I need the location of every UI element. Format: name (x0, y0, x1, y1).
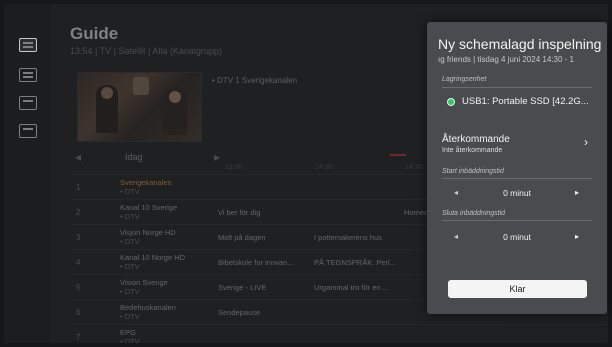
chevron-right-icon[interactable]: › (584, 135, 588, 149)
start-padding-label: Start inbäddningstid (442, 168, 504, 175)
sidebar (4, 4, 50, 343)
recurring-title[interactable]: Återkommande (442, 134, 510, 145)
selected-radio-icon (447, 98, 455, 106)
program-cell[interactable]: Midt på dagen (218, 233, 266, 242)
increase-icon[interactable]: ▸ (575, 232, 579, 241)
now-marker (390, 154, 406, 156)
channel-name: Visjon Norge HD • DTV (120, 228, 176, 246)
channel-name: Sverigekanalen • DTV (120, 178, 172, 196)
program-cell[interactable]: Sverige - LIVE (218, 283, 266, 292)
channel-number: 5 (76, 283, 81, 292)
divider (442, 220, 592, 221)
page-title: Guide (70, 24, 119, 43)
storage-value: USB1: Portable SSD [42.2G... (462, 96, 589, 107)
storage-option[interactable]: USB1: Portable SSD [42.2G... (442, 94, 597, 112)
channel-name: Kanal 10 Sverige • DTV (120, 203, 178, 221)
channel-number: 2 (76, 208, 81, 217)
prev-day-icon[interactable]: ◂ (75, 150, 81, 164)
channel-name: Kanal 10 Norge HD • DTV (120, 253, 186, 271)
channel-number: 1 (76, 183, 81, 192)
storage-label: Lagringsenhet (442, 76, 487, 83)
program-cell[interactable]: Urgammal tro för en ... (314, 283, 389, 292)
dialog-subtitle: ıg friends | tisdag 4 juni 2024 14:30 - … (438, 55, 574, 64)
channel-number: 6 (76, 308, 81, 317)
channel-number: 7 (76, 333, 81, 342)
end-padding-value: 0 minut (503, 232, 531, 242)
dialog-title: Ny schemalagd inspelning (438, 36, 602, 52)
start-padding-value: 0 minut (503, 188, 531, 198)
sidebar-guide-icon[interactable] (19, 38, 37, 52)
program-cell[interactable]: Bibelskole for innvan... (218, 258, 293, 267)
program-cell[interactable]: I pottemakerens hus (314, 233, 382, 242)
sidebar-recording-icon[interactable] (19, 124, 37, 138)
next-day-icon[interactable]: ▸ (214, 150, 220, 164)
start-padding-stepper[interactable]: ◂ 0 minut ▸ (442, 184, 592, 204)
end-padding-stepper[interactable]: ◂ 0 minut ▸ (442, 228, 592, 248)
tv-frame: Guide 13:54 | TV | Satellit | Alla (Kana… (0, 0, 612, 347)
current-channel: • DTV 1 Sverigekanalen (212, 76, 298, 85)
channel-number: 4 (76, 258, 81, 267)
schedule-recording-dialog: Ny schemalagd inspelning ıg friends | ti… (427, 22, 607, 314)
time-label: 13:30 (225, 164, 243, 171)
divider (442, 87, 592, 88)
channel-number: 3 (76, 233, 81, 242)
sidebar-schedule-icon[interactable] (19, 96, 37, 110)
program-cell[interactable]: Sendepause (218, 308, 260, 317)
channel-name: EPG • DTV (120, 328, 140, 343)
channel-name: Vision Sverige • DTV (120, 278, 168, 296)
time-label: 14:00 (315, 164, 333, 171)
end-padding-label: Sluta inbäddningstid (442, 210, 506, 217)
program-cell[interactable]: PÅ TEGNSPRÅK: Perl... (314, 258, 396, 267)
increase-icon[interactable]: ▸ (575, 188, 579, 197)
sidebar-list-icon[interactable] (19, 68, 37, 82)
date-label: Idag (125, 152, 143, 162)
video-preview[interactable] (77, 72, 202, 142)
recurring-value: Inte återkommande (442, 147, 503, 154)
divider (442, 178, 592, 179)
program-cell[interactable]: Vi ber för dig (218, 208, 260, 217)
channel-name: Bedehuskanalen • DTV (120, 303, 176, 321)
guide-subtitle: 13:54 | TV | Satellit | Alla (Kanalgrupp… (70, 46, 222, 56)
table-row[interactable]: 7 EPG • DTV (70, 324, 608, 343)
done-button[interactable]: Klar (448, 280, 587, 298)
time-label: 14:30 (405, 164, 423, 171)
